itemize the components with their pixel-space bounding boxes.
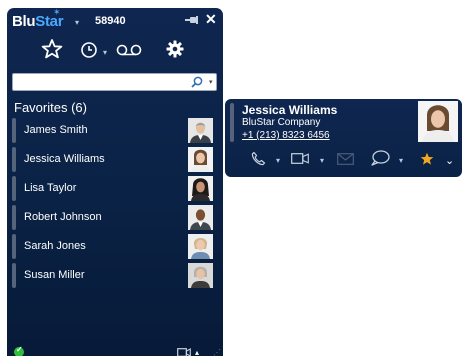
contact-avatar bbox=[188, 147, 213, 172]
contact-name: Jessica Williams bbox=[24, 153, 105, 165]
presence-bar bbox=[12, 147, 16, 172]
presence-bar bbox=[12, 176, 16, 201]
favorites-heading: Favorites (6) bbox=[14, 100, 87, 115]
contact-avatar bbox=[188, 118, 213, 143]
contact-name: Susan Miller bbox=[24, 269, 85, 281]
presence-bar bbox=[12, 205, 16, 230]
search-box[interactable]: ▾ bbox=[12, 73, 217, 91]
brand-star-icon: ✶ bbox=[53, 8, 61, 17]
contact-card: Jessica Williams BluStar Company +1 (213… bbox=[225, 99, 462, 177]
presence-bar bbox=[230, 103, 234, 142]
chevron-up-icon[interactable]: ▴ bbox=[195, 348, 199, 356]
card-contact-name: Jessica Williams bbox=[242, 103, 338, 117]
contact-row[interactable]: Susan Miller bbox=[12, 263, 217, 288]
presence-bar bbox=[12, 118, 16, 143]
presence-bar bbox=[12, 263, 16, 288]
search-icon[interactable] bbox=[191, 76, 203, 88]
brand-logo-text: Blu bbox=[12, 13, 36, 30]
clock-icon[interactable] bbox=[80, 41, 98, 59]
contact-name: Robert Johnson bbox=[24, 211, 102, 223]
search-caret-icon[interactable]: ▾ bbox=[209, 78, 213, 86]
contact-avatar bbox=[188, 263, 213, 288]
star-icon[interactable] bbox=[41, 38, 63, 60]
contact-row[interactable]: Jessica Williams bbox=[12, 147, 217, 172]
chat-icon[interactable] bbox=[370, 150, 390, 166]
contact-row[interactable]: James Smith bbox=[12, 118, 217, 143]
check-icon: ✓ bbox=[16, 345, 23, 354]
video-icon[interactable] bbox=[177, 348, 191, 356]
contact-avatar bbox=[188, 176, 213, 201]
video-caret-icon[interactable]: ▾ bbox=[320, 156, 324, 165]
contact-row[interactable]: Robert Johnson bbox=[12, 205, 217, 230]
contact-name: Sarah Jones bbox=[24, 240, 86, 252]
card-company: BluStar Company bbox=[242, 117, 321, 128]
search-input[interactable] bbox=[16, 75, 186, 89]
card-phone-link[interactable]: +1 (213) 8323 6456 bbox=[242, 130, 330, 141]
main-window: BluStar ✶ ▾ 58940 ✕ ▾ ▾ Favorites (6) Ja… bbox=[7, 8, 223, 356]
star-icon[interactable] bbox=[420, 152, 434, 166]
card-avatar bbox=[418, 101, 458, 142]
voicemail-icon[interactable] bbox=[116, 43, 142, 57]
contact-name: Lisa Taylor bbox=[24, 182, 77, 194]
pin-icon[interactable] bbox=[185, 14, 199, 26]
contact-name: James Smith bbox=[24, 124, 88, 136]
history-caret-icon[interactable]: ▾ bbox=[103, 48, 107, 57]
close-button[interactable]: ✕ bbox=[205, 11, 217, 27]
brand-caret-icon[interactable]: ▾ bbox=[75, 18, 79, 27]
resize-grip-icon[interactable]: ⋰ bbox=[213, 348, 221, 356]
contact-row[interactable]: Sarah Jones bbox=[12, 234, 217, 259]
main-toolbar: ▾ bbox=[7, 38, 223, 64]
contact-row[interactable]: Lisa Taylor bbox=[12, 176, 217, 201]
contact-avatar bbox=[188, 234, 213, 259]
phone-caret-icon[interactable]: ▾ bbox=[276, 156, 280, 165]
phone-icon[interactable] bbox=[251, 151, 266, 166]
video-icon[interactable] bbox=[291, 153, 309, 164]
presence-bar bbox=[12, 234, 16, 259]
extension-number: 58940 bbox=[95, 15, 126, 27]
title-bar: BluStar ✶ ▾ 58940 ✕ bbox=[7, 8, 223, 34]
email-icon[interactable] bbox=[337, 153, 354, 165]
gear-icon[interactable] bbox=[166, 40, 184, 58]
contact-avatar bbox=[188, 205, 213, 230]
chat-caret-icon[interactable]: ▾ bbox=[399, 156, 403, 165]
chevron-down-icon[interactable]: ⌄ bbox=[445, 154, 454, 167]
